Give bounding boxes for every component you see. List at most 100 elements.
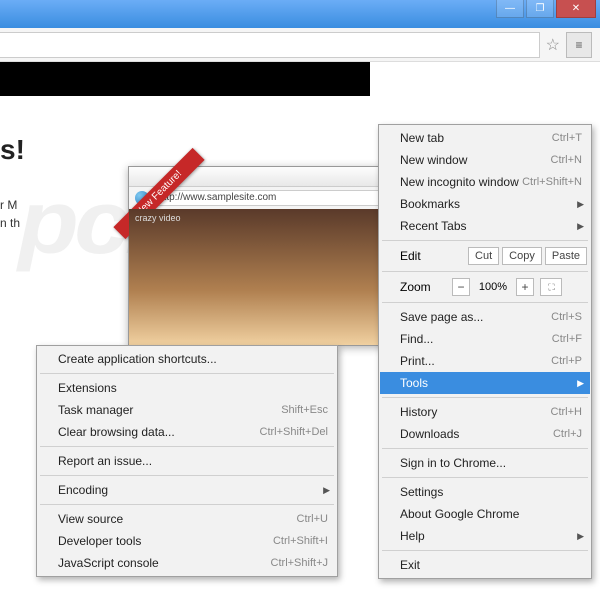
menu-separator	[40, 373, 334, 374]
menu-separator	[382, 550, 588, 551]
submenu-arrow-icon: ▶	[577, 378, 584, 389]
menu-find[interactable]: Find... Ctrl+F	[380, 328, 590, 350]
submenu-javascript-console[interactable]: JavaScript console Ctrl+Shift+J	[38, 552, 336, 574]
menu-label: Save page as...	[400, 310, 483, 324]
tools-submenu: Create application shortcuts... Extensio…	[36, 345, 338, 577]
submenu-arrow-icon: ▶	[577, 199, 584, 210]
zoom-value: 100%	[476, 281, 510, 293]
menu-label: Report an issue...	[58, 454, 152, 468]
menu-label: Zoom	[400, 280, 446, 294]
menu-history[interactable]: History Ctrl+H	[380, 401, 590, 423]
shortcut: Ctrl+H	[551, 406, 582, 418]
chrome-main-menu: New tab Ctrl+T New window Ctrl+N New incog…	[378, 124, 592, 579]
menu-print[interactable]: Print... Ctrl+P	[380, 350, 590, 372]
menu-about[interactable]: About Google Chrome	[380, 503, 590, 525]
shortcut: Ctrl+S	[551, 311, 582, 323]
menu-label: New incognito window	[400, 175, 519, 189]
menu-edit-row: Edit Cut Copy Paste	[380, 244, 590, 268]
menu-exit[interactable]: Exit	[380, 554, 590, 576]
menu-new-incognito[interactable]: New incognito windowCtrl+Shift+N	[380, 171, 590, 193]
menu-separator	[40, 504, 334, 505]
menu-zoom-row: Zoom − 100% + ⛶	[380, 275, 590, 299]
menu-label: Task manager	[58, 403, 133, 417]
paste-button[interactable]: Paste	[545, 247, 587, 265]
close-button[interactable]: ✕	[556, 0, 596, 18]
menu-new-tab[interactable]: New tab Ctrl+T	[380, 127, 590, 149]
shortcut: Ctrl+Shift+Del	[260, 426, 328, 438]
shortcut: Ctrl+F	[552, 333, 582, 345]
menu-label: Settings	[400, 485, 443, 499]
preview-body-label: crazy video	[135, 213, 181, 223]
submenu-clear-browsing-data[interactable]: Clear browsing data... Ctrl+Shift+Del	[38, 421, 336, 443]
zoom-out-button[interactable]: −	[452, 278, 470, 296]
menu-new-window[interactable]: New window Ctrl+N	[380, 149, 590, 171]
menu-label: Downloads	[400, 427, 459, 441]
menu-label: View source	[58, 512, 123, 526]
para-line-2: n th	[0, 216, 20, 230]
maximize-button[interactable]: ❐	[526, 0, 554, 18]
menu-separator	[382, 240, 588, 241]
menu-label: Encoding	[58, 483, 108, 497]
menu-sign-in[interactable]: Sign in to Chrome...	[380, 452, 590, 474]
menu-recent-tabs[interactable]: Recent Tabs ▶	[380, 215, 590, 237]
shortcut: Ctrl+Shift+I	[273, 535, 328, 547]
shortcut: Shift+Esc	[281, 404, 328, 416]
menu-bookmarks[interactable]: Bookmarks▶	[380, 193, 590, 215]
menu-help[interactable]: Help▶	[380, 525, 590, 547]
menu-save-page[interactable]: Save page as... Ctrl+S	[380, 306, 590, 328]
preview-url-field: http://www.samplesite.com	[153, 190, 381, 206]
copy-button[interactable]: Copy	[502, 247, 542, 265]
preview-window: New Feature! http://www.samplesite.com c…	[128, 166, 388, 346]
menu-label: Recent Tabs	[400, 219, 467, 233]
menu-separator	[382, 302, 588, 303]
window-titlebar: — ❐ ✕	[0, 0, 600, 28]
submenu-view-source[interactable]: View sourceCtrl+U	[38, 508, 336, 530]
zoom-in-button[interactable]: +	[516, 278, 534, 296]
menu-label: History	[400, 405, 437, 419]
shortcut: Ctrl+J	[553, 428, 582, 440]
submenu-developer-tools[interactable]: Developer tools Ctrl+Shift+I	[38, 530, 336, 552]
submenu-create-shortcuts[interactable]: Create application shortcuts...	[38, 348, 336, 370]
menu-separator	[382, 477, 588, 478]
menu-downloads[interactable]: Downloads Ctrl+J	[380, 423, 590, 445]
bookmark-star-icon[interactable]: ☆	[546, 35, 560, 55]
browser-toolbar: ☆ ≡	[0, 28, 600, 62]
menu-separator	[382, 271, 588, 272]
submenu-extensions[interactable]: Extensions	[38, 377, 336, 399]
fullscreen-button[interactable]: ⛶	[540, 278, 562, 296]
page-content: pcrisk.com s! r M n th New Feature! http…	[0, 62, 600, 596]
menu-label: Print...	[400, 354, 435, 368]
shortcut: Ctrl+T	[552, 132, 582, 144]
submenu-arrow-icon: ▶	[577, 221, 584, 232]
menu-separator	[40, 475, 334, 476]
menu-separator	[40, 446, 334, 447]
menu-label: New tab	[400, 131, 444, 145]
menu-label: Tools	[400, 376, 428, 390]
shortcut: Ctrl+P	[551, 355, 582, 367]
menu-label: Find...	[400, 332, 433, 346]
submenu-task-manager[interactable]: Task manager Shift+Esc	[38, 399, 336, 421]
menu-label: Create application shortcuts...	[58, 352, 217, 366]
shortcut: Ctrl+N	[551, 154, 582, 166]
para-line-1: r M	[0, 198, 17, 212]
menu-label: Sign in to Chrome...	[400, 456, 506, 470]
chrome-menu-button[interactable]: ≡	[566, 32, 592, 58]
menu-separator	[382, 448, 588, 449]
menu-label: JavaScript console	[58, 556, 159, 570]
submenu-arrow-icon: ▶	[577, 531, 584, 542]
minimize-button[interactable]: —	[496, 0, 524, 18]
menu-settings[interactable]: Settings	[380, 481, 590, 503]
menu-label: New window	[400, 153, 467, 167]
preview-body: crazy video	[129, 209, 387, 345]
shortcut: Ctrl+Shift+J	[271, 557, 328, 569]
menu-label: Developer tools	[58, 534, 141, 548]
menu-label: Exit	[400, 558, 420, 572]
cut-button[interactable]: Cut	[468, 247, 499, 265]
submenu-report-issue[interactable]: Report an issue...	[38, 450, 336, 472]
menu-label: Clear browsing data...	[58, 425, 175, 439]
submenu-arrow-icon: ▶	[323, 485, 330, 496]
submenu-encoding[interactable]: Encoding ▶	[38, 479, 336, 501]
menu-label: Extensions	[58, 381, 117, 395]
address-bar[interactable]	[0, 32, 540, 58]
menu-tools[interactable]: Tools ▶	[380, 372, 590, 394]
